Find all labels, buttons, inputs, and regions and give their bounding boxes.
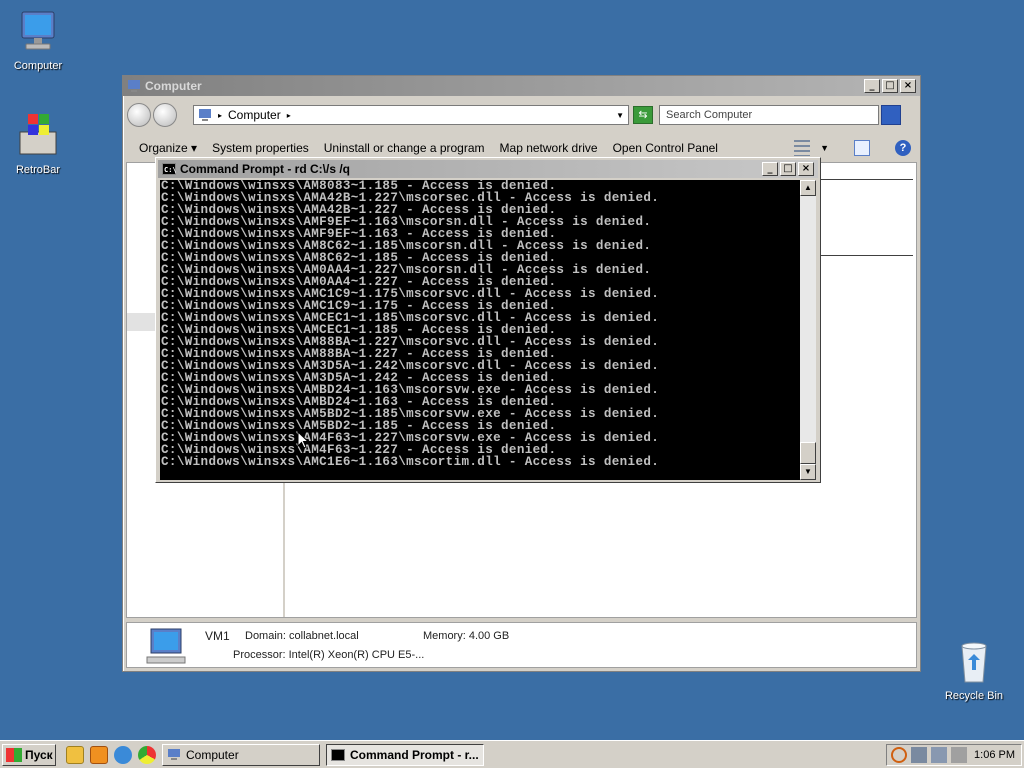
scroll-thumb[interactable] xyxy=(800,442,816,464)
window-title: Command Prompt - rd C:\/s /q xyxy=(180,162,351,176)
computer-name: VM1 xyxy=(205,629,230,643)
scroll-up-button[interactable]: ▲ xyxy=(800,180,816,196)
task-command-prompt[interactable]: Command Prompt - r... xyxy=(326,743,484,766)
console-text: C:\Windows\winsxs\AM8083~1.185 - Access … xyxy=(161,180,802,468)
taskbar: Пуск Computer Command Prompt - r... 1:06… xyxy=(0,740,1024,768)
desktop-icon-recycle-bin[interactable]: Recycle Bin xyxy=(934,638,1014,702)
console-output[interactable]: C:\Windows\winsxs\AM8083~1.185 - Access … xyxy=(160,180,802,480)
explorer-title-bar[interactable]: Computer _ □ × xyxy=(123,76,920,96)
computer-icon xyxy=(168,748,180,760)
search-input[interactable]: Search Computer xyxy=(659,105,879,125)
map-network-drive-button[interactable]: Map network drive xyxy=(500,141,598,155)
desktop-icon-retrobar[interactable]: RetroBar xyxy=(0,112,78,176)
computer-icon xyxy=(14,8,62,56)
minimize-button[interactable]: _ xyxy=(762,162,778,176)
chrome-icon[interactable] xyxy=(138,745,156,764)
task-label: Computer xyxy=(186,747,239,762)
task-computer[interactable]: Computer xyxy=(162,743,320,766)
navigation-bar: ▸ Computer ▸ ▼ ⇆ Search Computer xyxy=(127,100,916,130)
close-button[interactable]: × xyxy=(798,162,814,176)
task-label: Command Prompt - r... xyxy=(350,747,479,762)
volume-muted-icon[interactable] xyxy=(951,746,967,763)
vertical-scrollbar[interactable]: ▲ ▼ xyxy=(800,180,816,480)
forward-button[interactable] xyxy=(153,103,177,127)
chevron-down-icon[interactable]: ▼ xyxy=(820,143,829,153)
maximize-button[interactable]: □ xyxy=(882,79,898,93)
refresh-button[interactable]: ⇆ xyxy=(633,106,653,124)
scroll-down-button[interactable]: ▼ xyxy=(800,464,816,480)
breadcrumb[interactable]: Computer xyxy=(228,108,281,122)
breadcrumb-arrow-icon[interactable]: ▸ xyxy=(287,111,291,120)
desktop-icon-computer[interactable]: Computer xyxy=(0,8,78,72)
back-button[interactable] xyxy=(127,103,151,127)
console-icon: C:\ xyxy=(162,163,176,175)
breadcrumb-arrow-icon[interactable]: ▸ xyxy=(218,111,222,120)
maximize-button[interactable]: □ xyxy=(780,162,796,176)
window-title: Computer xyxy=(145,79,202,93)
desktop-icon-label: Computer xyxy=(13,60,63,72)
quick-launch xyxy=(66,745,156,764)
recycle-bin-icon xyxy=(950,638,998,686)
uninstall-program-button[interactable]: Uninstall or change a program xyxy=(324,141,485,155)
domain-text: Domain: collabnet.local xyxy=(245,630,359,642)
network-icon[interactable] xyxy=(931,746,947,763)
media-player-icon[interactable] xyxy=(90,745,108,764)
organize-button[interactable]: Organize ▾ xyxy=(139,141,197,155)
mouse-cursor-icon xyxy=(297,431,309,449)
computer-icon xyxy=(128,80,140,92)
open-control-panel-button[interactable]: Open Control Panel xyxy=(613,141,718,155)
close-button[interactable]: × xyxy=(900,79,916,93)
memory-text: Memory: 4.00 GB xyxy=(423,630,510,642)
desktop-icon-label: RetroBar xyxy=(15,164,61,176)
show-desktop-icon[interactable] xyxy=(66,745,84,764)
search-icon[interactable] xyxy=(891,746,907,763)
clock[interactable]: 1:06 PM xyxy=(974,749,1015,761)
preview-pane-icon[interactable] xyxy=(854,140,870,156)
windows-flag-icon xyxy=(6,747,22,762)
group-divider xyxy=(817,179,913,180)
system-tray: 1:06 PM xyxy=(886,743,1022,766)
organize-label: Organize xyxy=(139,141,188,155)
minimize-button[interactable]: _ xyxy=(864,79,880,93)
network-warning-icon[interactable] xyxy=(911,746,927,763)
help-icon[interactable]: ? xyxy=(895,140,911,156)
processor-text: Processor: Intel(R) Xeon(R) CPU E5-... xyxy=(233,649,425,661)
console-icon xyxy=(331,748,345,761)
start-label: Пуск xyxy=(25,747,53,762)
details-pane: VM1 Domain: collabnet.local Memory: 4.00… xyxy=(126,622,917,668)
console-line: C:\Windows\winsxs\AMC1E6~1.163\mscortim.… xyxy=(161,455,660,469)
start-button[interactable]: Пуск xyxy=(2,743,56,766)
computer-icon xyxy=(199,109,211,121)
chevron-down-icon[interactable]: ▼ xyxy=(616,111,624,120)
cmd-title-bar[interactable]: C:\ Command Prompt - rd C:\/s /q _ □ × xyxy=(158,160,818,178)
system-properties-button[interactable]: System properties xyxy=(212,141,309,155)
command-prompt-window[interactable]: C:\ Command Prompt - rd C:\/s /q _ □ × C… xyxy=(155,157,821,483)
search-icon[interactable] xyxy=(881,105,901,125)
address-bar[interactable]: ▸ Computer ▸ ▼ xyxy=(193,105,629,125)
retrobar-icon xyxy=(14,112,62,160)
desktop-icon-label: Recycle Bin xyxy=(944,690,1004,702)
search-placeholder: Search Computer xyxy=(666,109,753,121)
internet-explorer-icon[interactable] xyxy=(114,745,132,764)
computer-icon xyxy=(146,628,186,664)
group-divider xyxy=(817,255,913,256)
svg-text:C:\: C:\ xyxy=(164,166,176,174)
views-icon[interactable] xyxy=(794,140,811,156)
